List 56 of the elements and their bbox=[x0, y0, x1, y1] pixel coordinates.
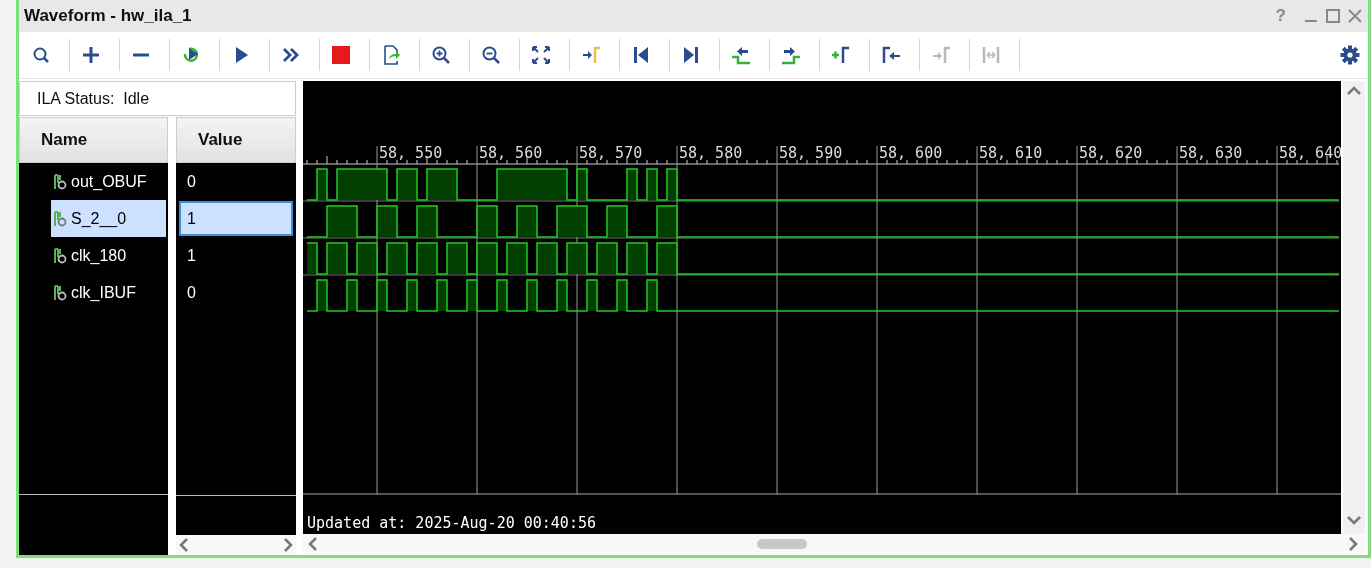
ruler-label: 58, 570 bbox=[579, 144, 643, 162]
column-header[interactable]: Value bbox=[176, 117, 296, 163]
signal-value: 1 bbox=[186, 245, 197, 266]
stop-icon bbox=[331, 45, 351, 65]
ruler-label: 58, 590 bbox=[779, 144, 843, 162]
zoom-in-icon bbox=[431, 45, 451, 65]
scroll-right-icon[interactable] bbox=[282, 537, 294, 553]
column-header[interactable]: Name bbox=[19, 117, 168, 163]
plus-icon bbox=[81, 45, 101, 65]
export-icon bbox=[381, 45, 401, 65]
window-title: Waveform - hw_ila_1 bbox=[24, 6, 193, 26]
plus-bracket-icon bbox=[831, 45, 851, 65]
scroll-right-icon[interactable] bbox=[1347, 536, 1359, 552]
zoom-out-icon bbox=[481, 45, 501, 65]
update-status: Updated at: 2025-Aug-20 00:40:56 bbox=[307, 514, 596, 532]
arrow-bracket-icon bbox=[581, 45, 601, 65]
arrow-bracket-icon bbox=[931, 45, 951, 65]
scroll-left-icon[interactable] bbox=[307, 536, 319, 552]
signal-value: 1 bbox=[179, 201, 293, 236]
close-icon[interactable] bbox=[1348, 9, 1362, 23]
signal-name[interactable]: clk_IBUF bbox=[51, 274, 166, 311]
maximize-icon[interactable] bbox=[1326, 9, 1340, 23]
scroll-left-icon[interactable] bbox=[178, 537, 190, 553]
signal-name[interactable]: out_OBUF bbox=[51, 163, 166, 200]
signal-icon bbox=[53, 246, 69, 265]
step-arrow-icon bbox=[731, 45, 751, 65]
refresh-play-icon bbox=[181, 45, 201, 65]
ruler-label: 58, 600 bbox=[879, 144, 943, 162]
signal-name[interactable]: S_2__0 bbox=[51, 200, 166, 237]
signal-value: 0 bbox=[186, 282, 197, 303]
bracket-double-arrow-icon bbox=[981, 45, 1001, 65]
signal-icon bbox=[53, 209, 69, 228]
skip-forward-icon bbox=[681, 45, 701, 65]
ruler-label: 58, 610 bbox=[979, 144, 1043, 162]
scroll-down-icon[interactable] bbox=[1346, 514, 1362, 526]
expand-icon bbox=[531, 45, 551, 65]
ruler-label: 58, 620 bbox=[1079, 144, 1143, 162]
ruler-label: 58, 550 bbox=[379, 144, 443, 162]
signal-icon bbox=[53, 283, 69, 302]
step-arrow-icon bbox=[781, 45, 801, 65]
ruler-label: 58, 640 bbox=[1279, 144, 1341, 162]
ruler-label: 58, 580 bbox=[679, 144, 743, 162]
signal-name[interactable]: clk_180 bbox=[51, 237, 166, 274]
skip-back-icon bbox=[631, 45, 651, 65]
signal-icon bbox=[53, 172, 69, 191]
ruler-label: 58, 630 bbox=[1179, 144, 1243, 162]
minus-icon bbox=[131, 53, 151, 57]
bracket-arrow-icon bbox=[881, 45, 901, 65]
ruler-label: 58, 560 bbox=[479, 144, 543, 162]
waveform-canvas[interactable]: 58, 550 58, 560 58, 570 58, 580 58, 590 58, 600 58, 610 58, 620 58, 630 58, 640 Updated at: 2025-Aug-20 00:40:56 bbox=[303, 81, 1341, 534]
settings-icon[interactable] bbox=[1340, 45, 1360, 65]
scrollbar-thumb[interactable] bbox=[757, 539, 807, 549]
search-icon bbox=[31, 45, 51, 65]
signal-value: 0 bbox=[186, 171, 197, 192]
ila-status: ILA Status: Idle bbox=[19, 81, 296, 116]
scroll-up-icon[interactable] bbox=[1346, 85, 1362, 97]
